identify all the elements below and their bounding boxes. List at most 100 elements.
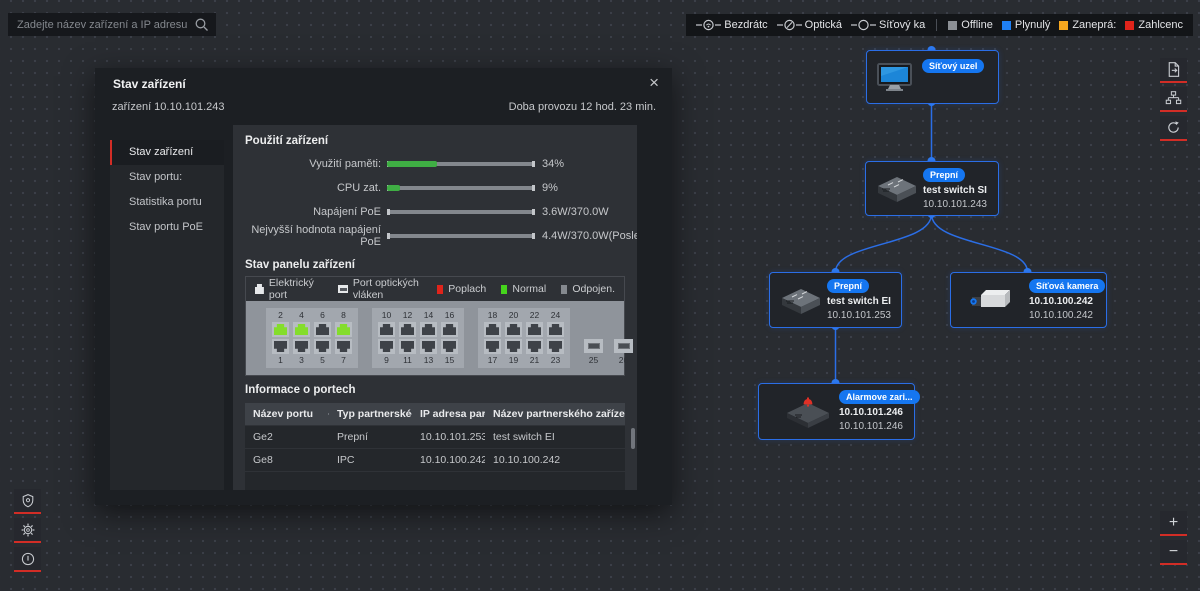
ports-table: Název portu Typ partnerskéh... IP adresa…	[245, 403, 625, 490]
port-number: 5	[320, 355, 325, 365]
uptime-label: Doba provozu 12 hod. 23 min.	[508, 101, 656, 113]
port-column: 12 11	[399, 311, 416, 365]
node-title: 10.10.100.242	[1029, 296, 1093, 307]
node-info: Síťová kamera 10.10.100.242 10.10.100.24…	[1029, 279, 1106, 321]
export-report-button[interactable]	[1160, 58, 1187, 83]
ports-table-header: Název portu Typ partnerskéh... IP adresa…	[245, 403, 625, 425]
port-disconnected[interactable]	[441, 339, 458, 354]
security-button[interactable]	[14, 489, 41, 514]
content-scrollbar[interactable]	[631, 428, 635, 449]
rj45-up-icon	[528, 324, 541, 335]
port-disconnected[interactable]	[526, 339, 543, 354]
settings-button[interactable]	[14, 518, 41, 543]
port-number: 9	[384, 355, 389, 365]
legend-wireless-link: Bezdrátc	[696, 19, 768, 31]
power-info-icon	[21, 552, 34, 565]
node-ip: 10.10.100.242	[1029, 310, 1093, 321]
topology-icon	[1165, 91, 1182, 105]
rj45-up-icon	[422, 324, 435, 335]
rj45-down-icon	[507, 341, 520, 352]
rj45-down-icon	[380, 341, 393, 352]
fiber-port[interactable]: 26	[614, 339, 633, 365]
column-header[interactable]: IP adresa partne...	[412, 408, 485, 420]
sidebar-item-port-statistics[interactable]: Statistika portu	[110, 190, 224, 215]
port-disconnected[interactable]	[272, 339, 289, 354]
usage-row-cpu: CPU zat. 9%	[233, 181, 637, 195]
network-cable-icon	[850, 19, 876, 31]
section-heading-usage: Použití zařízení	[245, 135, 329, 147]
column-header[interactable]: Název portu	[245, 408, 329, 420]
port-disconnected[interactable]	[399, 339, 416, 354]
port-disconnected[interactable]	[505, 322, 522, 337]
port-column: 24 23	[547, 311, 564, 365]
port-info-row[interactable]: Ge2 Prepní 10.10.101.253 test switch EI	[245, 425, 625, 448]
port-disconnected[interactable]	[505, 339, 522, 354]
port-disconnected[interactable]	[314, 322, 331, 337]
node-type-badge: Alarmove zari...	[839, 390, 920, 404]
port-column: 14 13	[420, 311, 437, 365]
port-disconnected[interactable]	[399, 322, 416, 337]
node-info: Prepní test switch SI 10.10.101.243	[923, 168, 987, 210]
search-icon[interactable]	[194, 17, 209, 32]
sidebar-item-device-status[interactable]: Stav zařízení	[110, 140, 224, 165]
export-report-icon	[1168, 62, 1180, 77]
sidebar-item-port-status[interactable]: Stav portu:	[110, 165, 224, 190]
refresh-icon	[1168, 121, 1179, 133]
fiber-port-icon	[338, 285, 348, 293]
optical-link-icon	[776, 19, 802, 31]
right-toolbar	[1160, 58, 1187, 141]
port-group: 18 17 20 19 22 21 24 23	[478, 308, 570, 368]
electrical-port-icon	[255, 284, 264, 294]
refresh-button[interactable]	[1160, 116, 1187, 141]
memory-progress-bar	[387, 161, 535, 167]
node-alarm-device[interactable]: Alarmove zari... 10.10.101.246 10.10.101…	[758, 383, 920, 440]
legend-divider	[936, 19, 938, 31]
port-column: 43	[293, 311, 310, 365]
fiber-port[interactable]: 25	[584, 339, 603, 365]
topology-canvas[interactable]: Bezdrátc Optická Síťový ka Offline	[0, 0, 1200, 591]
topology-view-button[interactable]	[1160, 87, 1187, 112]
port-disconnected[interactable]	[314, 339, 331, 354]
node-network-hub[interactable]: Síťový uzel	[866, 50, 999, 104]
rj45-down-icon	[295, 341, 308, 352]
port-disconnected[interactable]	[378, 322, 395, 337]
usage-row-memory: Využití paměti: 34%	[233, 157, 637, 171]
port-info-row[interactable]: Ge8 IPC 10.10.100.242 10.10.100.242	[245, 448, 625, 471]
port-disconnected[interactable]	[547, 339, 564, 354]
port-disconnected[interactable]	[420, 339, 437, 354]
node-switch-ei[interactable]: Prepní test switch EI 10.10.101.253	[769, 272, 902, 328]
port-group: 21436587	[266, 308, 358, 368]
node-ip: 10.10.101.253	[827, 310, 891, 321]
port-normal[interactable]	[293, 322, 310, 337]
column-header[interactable]: Název partnerského zařízení	[485, 408, 625, 420]
column-header[interactable]: Typ partnerskéh...	[329, 408, 412, 420]
legend-label: Plynulý	[1014, 19, 1051, 31]
legend-status-congested: Zahlcenc	[1125, 19, 1183, 31]
close-icon[interactable]: ×	[647, 72, 661, 93]
sidebar-item-poe-port-status[interactable]: Stav portu PoE	[110, 215, 224, 240]
port-disconnected[interactable]	[420, 322, 437, 337]
rj45-down-icon	[316, 341, 329, 352]
port-normal[interactable]	[335, 322, 352, 337]
rj45-down-icon	[401, 341, 414, 352]
port-disconnected[interactable]	[378, 339, 395, 354]
port-disconnected[interactable]	[547, 322, 564, 337]
node-network-camera[interactable]: Síťová kamera 10.10.100.242 10.10.100.24…	[950, 272, 1107, 328]
ports-table-body: Ge2 Prepní 10.10.101.253 test switch EI Ge8 I…	[245, 425, 625, 490]
zoom-out-button[interactable]: −	[1160, 540, 1187, 565]
info-button[interactable]	[14, 547, 41, 572]
port-disconnected[interactable]	[335, 339, 352, 354]
node-title: 10.10.101.246	[839, 407, 903, 418]
port-normal[interactable]	[272, 322, 289, 337]
port-disconnected[interactable]	[441, 322, 458, 337]
port-disconnected[interactable]	[293, 339, 310, 354]
usage-value: 9%	[542, 182, 558, 194]
zoom-in-button[interactable]: +	[1160, 511, 1187, 536]
port-disconnected[interactable]	[526, 322, 543, 337]
node-ip: 10.10.101.243	[923, 199, 987, 210]
port-disconnected[interactable]	[484, 322, 501, 337]
node-switch-si[interactable]: Prepní test switch SI 10.10.101.243	[865, 161, 999, 216]
search-input[interactable]	[8, 18, 194, 31]
rj45-down-icon	[443, 341, 456, 352]
port-disconnected[interactable]	[484, 339, 501, 354]
